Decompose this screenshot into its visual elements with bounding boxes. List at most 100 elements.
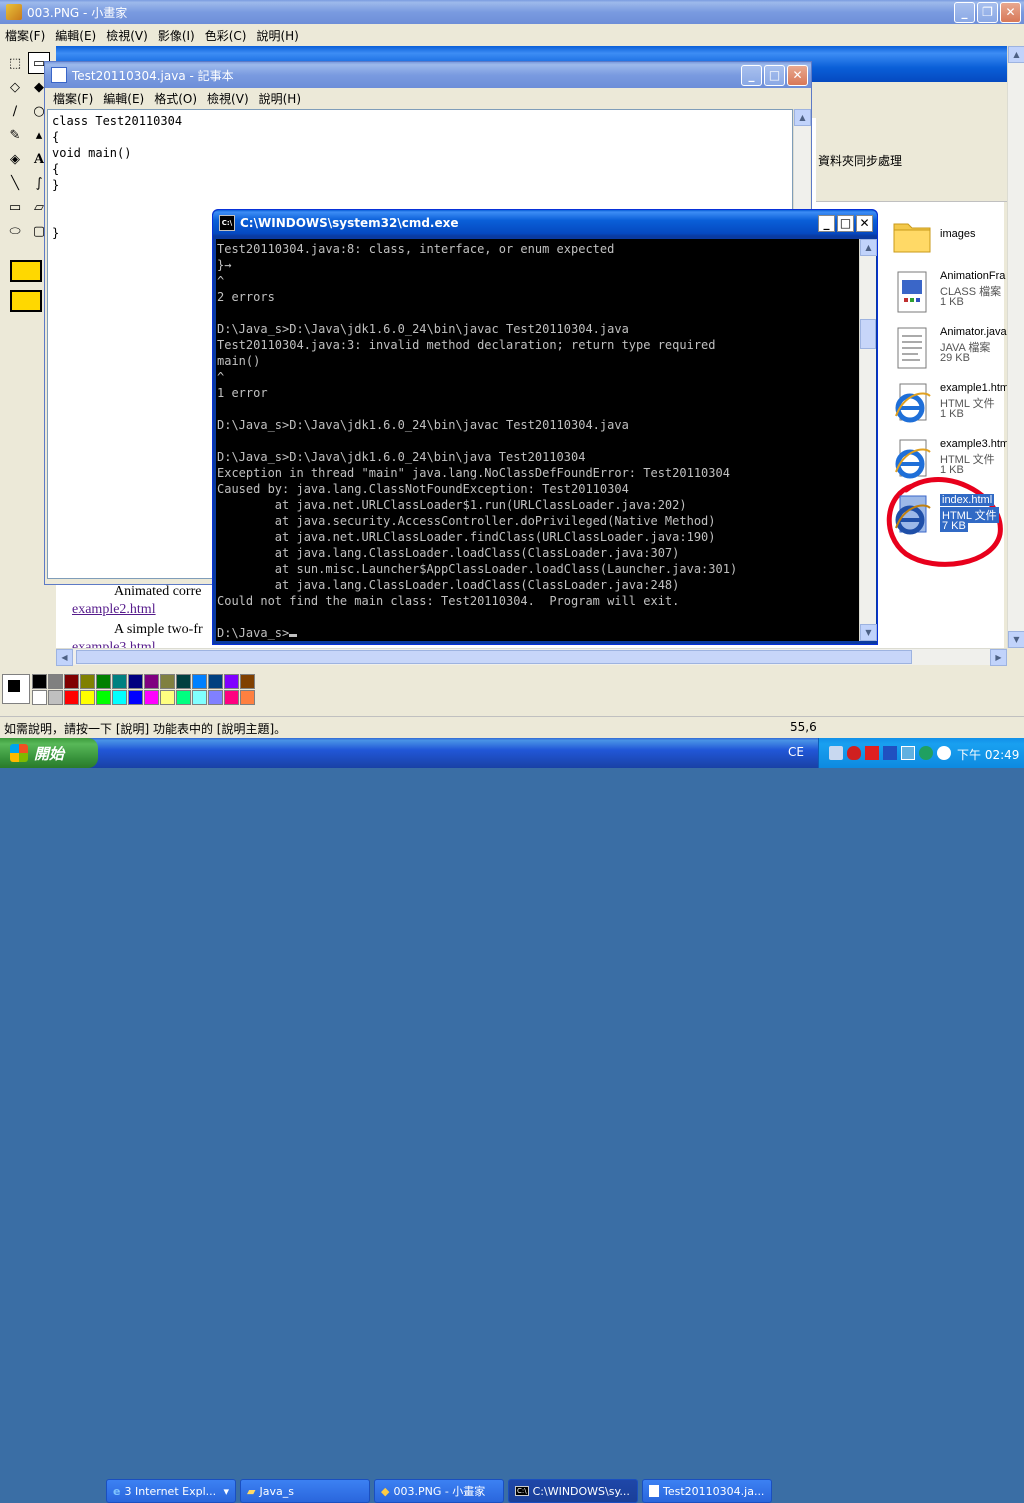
- notepad-menu-file[interactable]: 檔案(F): [45, 90, 98, 107]
- web-link-example3[interactable]: example3.html: [72, 640, 156, 648]
- palette-swatch[interactable]: [112, 674, 127, 689]
- file-item-selected[interactable]: index.html HTML 文件 7 KB: [892, 492, 1022, 548]
- scroll-up-arrow-icon[interactable]: ▲: [794, 109, 811, 126]
- fill-style-option-2[interactable]: [10, 290, 42, 312]
- tray-icon[interactable]: [937, 746, 951, 760]
- tray-icon[interactable]: [865, 746, 879, 760]
- palette-swatch[interactable]: [176, 674, 191, 689]
- scroll-up-arrow-icon[interactable]: ▲: [860, 239, 877, 256]
- shield-icon[interactable]: [847, 746, 861, 760]
- file-item[interactable]: AnimationFra CLASS 檔案 1 KB: [892, 268, 1022, 324]
- taskbar-item-label: Test20110304.ja...: [663, 1484, 765, 1498]
- start-button[interactable]: 開始: [0, 738, 98, 768]
- paint-menu-file[interactable]: 檔案(F): [0, 27, 50, 44]
- palette-swatch[interactable]: [176, 690, 191, 705]
- palette-swatch[interactable]: [208, 690, 223, 705]
- rectangle-tool[interactable]: ▭: [4, 196, 26, 218]
- file-item[interactable]: example1.htm HTML 文件 1 KB: [892, 380, 1022, 436]
- cmd-maximize-button[interactable]: □: [837, 214, 854, 232]
- file-item[interactable]: Animator.java JAVA 檔案 29 KB: [892, 324, 1022, 380]
- palette-swatch[interactable]: [64, 690, 79, 705]
- palette-swatch[interactable]: [144, 690, 159, 705]
- paint-vertical-scrollbar[interactable]: ▲ ▼: [1007, 46, 1024, 648]
- palette-swatch[interactable]: [80, 674, 95, 689]
- cmd-scroll-thumb[interactable]: [860, 319, 876, 349]
- file-item[interactable]: example3.htm HTML 文件 1 KB: [892, 436, 1022, 492]
- taskbar-item-cmd[interactable]: C:\ C:\WINDOWS\sy...: [508, 1479, 638, 1503]
- cmd-title-bar[interactable]: C:\ C:\WINDOWS\system32\cmd.exe _ □ ✕: [213, 210, 877, 236]
- palette-swatch[interactable]: [48, 674, 63, 689]
- airbrush-tool[interactable]: ◈: [4, 148, 26, 170]
- palette-swatch[interactable]: [224, 690, 239, 705]
- paint-menu-image[interactable]: 影像(I): [153, 27, 200, 44]
- notepad-close-button[interactable]: ✕: [787, 64, 808, 86]
- palette-swatch[interactable]: [240, 674, 255, 689]
- web-link-example2[interactable]: example2.html: [72, 602, 156, 618]
- notepad-menu-view[interactable]: 檢視(V): [202, 90, 254, 107]
- palette-swatch[interactable]: [96, 690, 111, 705]
- palette-swatch[interactable]: [160, 674, 175, 689]
- palette-swatch[interactable]: [192, 674, 207, 689]
- ellipse-tool[interactable]: ⬭: [4, 220, 26, 242]
- tray-icon[interactable]: [919, 746, 933, 760]
- paint-title-bar[interactable]: 003.PNG - 小畫家 _ ❐ ✕: [0, 0, 1024, 24]
- palette-swatch[interactable]: [224, 674, 239, 689]
- palette-swatch[interactable]: [80, 690, 95, 705]
- palette-swatch[interactable]: [128, 674, 143, 689]
- paint-menu-view[interactable]: 檢視(V): [101, 27, 153, 44]
- network-icon[interactable]: [901, 746, 915, 760]
- taskbar-item-explorer[interactable]: ▰ Java_s: [240, 1479, 370, 1503]
- notepad-menu-format[interactable]: 格式(O): [149, 90, 202, 107]
- scroll-down-arrow-icon[interactable]: ▼: [1008, 631, 1024, 648]
- cmd-close-button[interactable]: ✕: [856, 214, 873, 232]
- palette-swatch[interactable]: [192, 690, 207, 705]
- pick-color-tool[interactable]: ∕: [4, 100, 26, 122]
- line-tool[interactable]: ╲: [4, 172, 26, 194]
- fill-style-option-1[interactable]: [10, 260, 42, 282]
- cmd-minimize-button[interactable]: _: [818, 214, 835, 232]
- console-line: }→: [217, 258, 232, 272]
- cmd-console[interactable]: Test20110304.java:8: class, interface, o…: [216, 239, 859, 641]
- taskbar-item-notepad[interactable]: Test20110304.ja...: [642, 1479, 772, 1503]
- file-item[interactable]: images: [892, 212, 1022, 268]
- notepad-menu-help[interactable]: 說明(H): [254, 90, 306, 107]
- taskbar-item-paint[interactable]: ◆ 003.PNG - 小畫家: [374, 1479, 504, 1503]
- scroll-right-arrow-icon[interactable]: ▶: [990, 649, 1007, 666]
- palette-swatch[interactable]: [112, 690, 127, 705]
- paint-minimize-button[interactable]: _: [954, 1, 975, 23]
- cmd-vertical-scrollbar[interactable]: ▲ ▼: [859, 239, 877, 641]
- notepad-menu-edit[interactable]: 編輯(E): [98, 90, 149, 107]
- palette-swatch[interactable]: [96, 674, 111, 689]
- palette-swatch[interactable]: [32, 690, 47, 705]
- paint-restore-button[interactable]: ❐: [977, 1, 998, 23]
- clock[interactable]: 下午 02:49: [957, 746, 1019, 763]
- tray-icon[interactable]: [829, 746, 843, 760]
- palette-swatch[interactable]: [160, 690, 175, 705]
- code-line: class Test20110304: [52, 114, 183, 128]
- pencil-tool[interactable]: ✎: [4, 124, 26, 146]
- paint-close-button[interactable]: ✕: [1000, 1, 1021, 23]
- paint-menu-help[interactable]: 說明(H): [251, 27, 303, 44]
- notepad-maximize-button[interactable]: □: [764, 64, 785, 86]
- palette-swatch[interactable]: [208, 674, 223, 689]
- paint-menu-colors[interactable]: 色彩(C): [200, 27, 252, 44]
- notepad-title-bar[interactable]: Test20110304.java - 記事本 _ □ ✕: [45, 62, 811, 88]
- palette-swatch[interactable]: [240, 690, 255, 705]
- paint-menu-edit[interactable]: 編輯(E): [50, 27, 101, 44]
- scroll-up-arrow-icon[interactable]: ▲: [1008, 46, 1024, 63]
- paint-horizontal-scrollbar[interactable]: ◀ ▶: [56, 648, 1007, 666]
- notepad-minimize-button[interactable]: _: [741, 64, 762, 86]
- taskbar-item-ie[interactable]: e 3 Internet Expl... ▾: [106, 1479, 236, 1503]
- tray-icon[interactable]: [883, 746, 897, 760]
- scroll-down-arrow-icon[interactable]: ▼: [860, 624, 877, 641]
- free-select-tool[interactable]: ⬚: [4, 52, 26, 74]
- palette-swatch[interactable]: [128, 690, 143, 705]
- eraser-tool[interactable]: ◇: [4, 76, 26, 98]
- horizontal-scroll-thumb[interactable]: [76, 650, 912, 664]
- palette-swatch[interactable]: [32, 674, 47, 689]
- scroll-left-arrow-icon[interactable]: ◀: [56, 649, 73, 666]
- palette-swatch[interactable]: [64, 674, 79, 689]
- palette-swatch[interactable]: [48, 690, 63, 705]
- palette-swatch[interactable]: [144, 674, 159, 689]
- language-indicator[interactable]: CE: [788, 745, 804, 759]
